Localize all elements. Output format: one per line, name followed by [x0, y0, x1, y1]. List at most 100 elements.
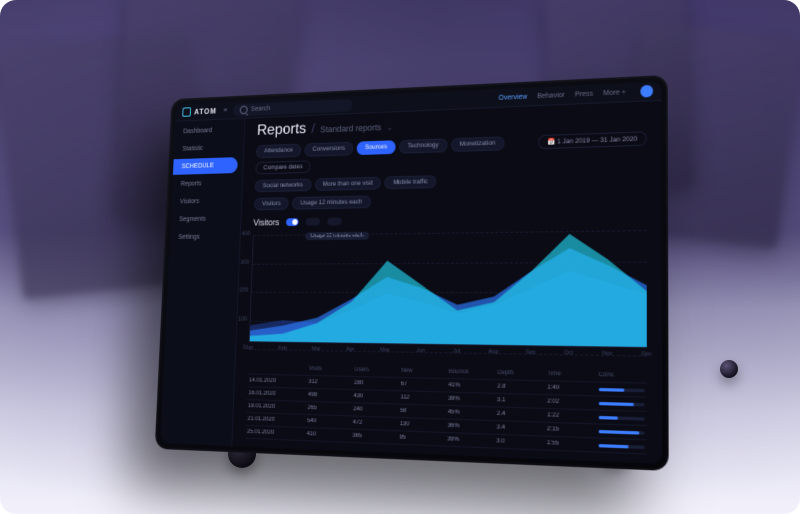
sidebar-item-segments[interactable]: Segments — [170, 211, 235, 228]
search-icon — [240, 105, 248, 114]
xtick: Nov — [602, 351, 612, 358]
date-range-picker[interactable]: 📅 1 Jan 2019 — 31 Jan 2020 — [538, 131, 647, 149]
visitors-label: Visitors — [253, 218, 279, 228]
breadcrumb-sub[interactable]: Standard reports — [320, 122, 381, 134]
row-cell: 410 — [307, 431, 347, 439]
topnav-press[interactable]: Press — [575, 90, 593, 98]
ytick: 300 — [237, 260, 249, 266]
xtick: Apr — [346, 347, 354, 353]
ytick: 200 — [236, 288, 248, 294]
xtick: Jun — [416, 348, 425, 354]
row-cell: 1:55 — [547, 440, 592, 448]
sidebar-item-schedule[interactable]: SCHEDULE — [173, 157, 238, 175]
row-cell: 41% — [448, 382, 491, 389]
visitors-toggle-row: Visitors — [253, 211, 646, 227]
chart-series-series-c — [250, 233, 647, 347]
row-cell: 67 — [401, 381, 443, 388]
ytick: 100 — [235, 316, 248, 322]
chip-visitors[interactable]: Visitors — [254, 197, 289, 210]
row-cell: 2:02 — [547, 398, 592, 406]
table-header: Conv. — [599, 372, 645, 379]
top-nav: Overview Behavior Press More + — [499, 89, 626, 102]
table-row[interactable]: 25.01.20204103659539%3.01:55 — [245, 426, 647, 455]
row-date: 25.01.2020 — [247, 429, 301, 437]
xtick: Sep — [526, 349, 536, 355]
row-cell: 430 — [354, 393, 395, 400]
data-table: VisitsUsersNewBounceDepthTimeConv.14.01.… — [245, 362, 647, 455]
sidebar-item-settings[interactable]: Settings — [170, 229, 235, 246]
topnav-behavior[interactable]: Behavior — [537, 91, 565, 99]
chip-social-networks[interactable]: Social networks — [255, 179, 312, 193]
table-header: Bounce — [449, 369, 492, 376]
chip-more-than-one-visit[interactable]: More than one visit — [314, 177, 381, 191]
row-cell: 3.0 — [496, 438, 540, 446]
row-bar — [599, 387, 645, 391]
sidebar-item-dashboard[interactable]: Dashboard — [175, 122, 240, 140]
table-header: New — [401, 368, 443, 375]
filter-tab-sources[interactable]: Sources — [357, 140, 396, 155]
table-header: Users — [354, 367, 395, 374]
row-date: 21.01.2020 — [247, 416, 301, 424]
filter-chips-row-3: VisitorsUsage 12 minutes each — [254, 189, 647, 210]
chip-usage-12-minutes-each[interactable]: Usage 12 minutes each — [292, 195, 371, 209]
mini-control-1[interactable] — [306, 218, 321, 226]
topnav-more-[interactable]: More + — [603, 89, 626, 97]
app-screen: ATOM ≡ Search Overview Behavior Press More … — [160, 81, 662, 464]
sidebar-item-visitors[interactable]: Visitors — [171, 193, 236, 210]
mini-control-2[interactable] — [328, 217, 343, 225]
row-cell: 2.8 — [497, 383, 541, 390]
chip-mobile-traffic[interactable]: Mobile traffic — [385, 175, 437, 189]
row-cell: 365 — [352, 433, 393, 441]
main-panel: Reports / Standard reports ⌄ AttendanceC… — [232, 81, 662, 464]
row-cell: 280 — [354, 380, 395, 387]
breadcrumb-sep: / — [311, 120, 315, 135]
row-bar — [598, 429, 644, 434]
row-cell — [599, 401, 645, 406]
sidebar-item-statistic[interactable]: Statistic — [174, 139, 239, 157]
xtick: Feb — [278, 346, 287, 352]
row-date: 14.01.2020 — [249, 377, 303, 384]
row-cell: 472 — [353, 420, 394, 428]
table-header: Depth — [497, 370, 541, 377]
filter-tab-monetization[interactable]: Monetization — [451, 136, 504, 152]
row-cell: 36% — [448, 423, 491, 431]
xtick: Oct — [564, 350, 573, 356]
row-cell: 45% — [448, 409, 491, 417]
row-cell — [598, 443, 644, 448]
compare-dates-button[interactable]: Compare dates — [255, 160, 310, 174]
tablet-device: ATOM ≡ Search Overview Behavior Press More … — [155, 75, 669, 471]
row-cell: 2.4 — [497, 411, 541, 419]
row-cell — [598, 415, 644, 420]
row-cell: 130 — [400, 421, 442, 429]
brand-logo-icon — [182, 107, 191, 117]
brand-text: ATOM — [194, 107, 217, 116]
row-date: 18.01.2020 — [248, 403, 302, 411]
visitors-toggle[interactable] — [286, 218, 299, 226]
row-bar — [598, 415, 644, 420]
xtick: Aug — [488, 349, 498, 355]
date-range-label: 1 Jan 2019 — 31 Jan 2020 — [557, 136, 637, 146]
row-cell — [598, 429, 644, 434]
row-cell: 240 — [353, 406, 394, 413]
avatar[interactable] — [640, 85, 653, 98]
row-cell: 2:15 — [547, 426, 592, 434]
menu-icon[interactable]: ≡ — [223, 107, 226, 114]
row-cell: 38% — [448, 396, 491, 403]
row-cell: 58 — [400, 408, 442, 416]
row-cell: 1:40 — [547, 385, 592, 392]
sidebar-item-reports[interactable]: Reports — [172, 175, 237, 193]
row-cell: 3.1 — [497, 397, 541, 405]
chevron-down-icon[interactable]: ⌄ — [387, 123, 393, 132]
search-input[interactable]: Search — [233, 98, 353, 116]
filter-tab-technology[interactable]: Technology — [399, 138, 447, 153]
filter-tab-attendance[interactable]: Attendance — [256, 144, 301, 159]
ytick: 400 — [238, 231, 250, 237]
filter-tab-conversions[interactable]: Conversions — [304, 142, 353, 157]
row-bar — [599, 401, 645, 406]
ytick: 0 — [233, 345, 246, 351]
page-title: Reports — [257, 121, 307, 140]
brand: ATOM — [182, 106, 217, 117]
xtick: Jan — [245, 345, 253, 351]
topnav-overview[interactable]: Overview — [499, 93, 528, 101]
row-cell: 3.4 — [497, 424, 541, 432]
